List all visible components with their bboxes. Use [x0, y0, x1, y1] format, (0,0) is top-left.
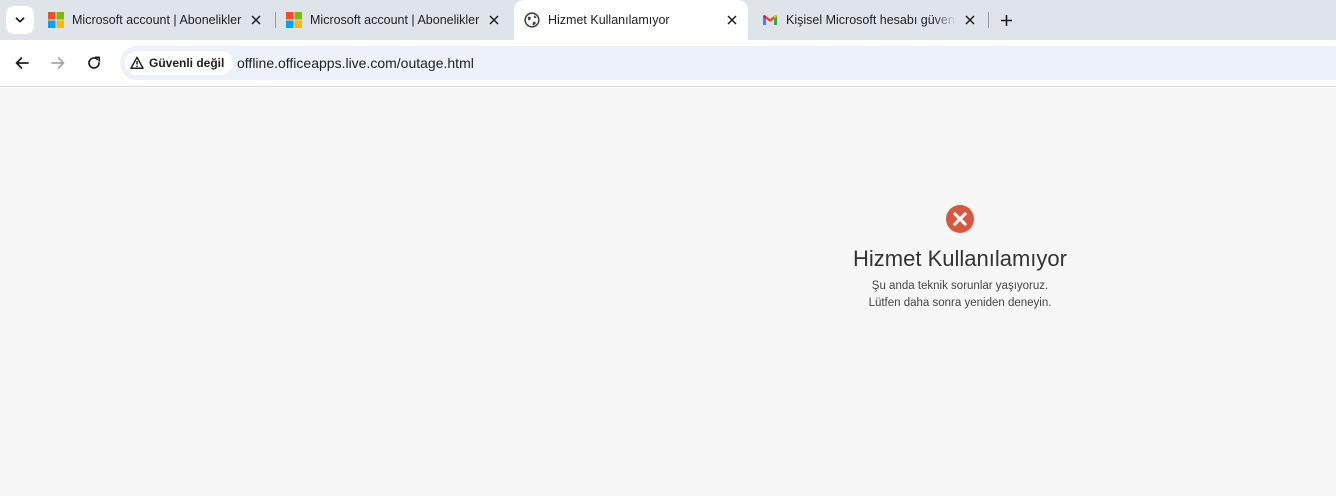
close-icon[interactable] — [248, 12, 264, 28]
gmail-icon — [763, 15, 777, 25]
forward-button[interactable] — [46, 51, 70, 75]
url-text[interactable]: offline.officeapps.live.com/outage.html — [237, 55, 474, 71]
tab-strip: Microsoft account | Abonelikler Microsof… — [0, 0, 1336, 40]
security-indicator[interactable]: Güvenli değil — [125, 51, 234, 75]
page-title: Hizmet Kullanılamıyor — [853, 246, 1067, 271]
error-description-line-1: Şu anda teknik sorunlar yaşıyoruz. — [871, 280, 1049, 292]
back-button[interactable] — [10, 51, 34, 75]
microsoft-logo-icon — [48, 12, 64, 28]
tab-microsoft-account-1[interactable]: Microsoft account | Abonelikler — [38, 0, 274, 40]
chevron-down-icon — [15, 17, 25, 23]
browser-toolbar: Güvenli değil offline.officeapps.live.co… — [0, 40, 1336, 87]
tab-search-button[interactable] — [6, 6, 34, 34]
close-icon[interactable] — [724, 12, 740, 28]
new-tab-button[interactable] — [996, 10, 1016, 30]
tab-microsoft-account-2[interactable]: Microsoft account | Abonelikler — [276, 0, 512, 40]
error-x-circle-icon — [946, 205, 974, 233]
arrow-right-icon — [51, 57, 65, 69]
address-bar[interactable]: Güvenli değil offline.officeapps.live.co… — [120, 46, 1336, 80]
reload-icon — [88, 56, 101, 69]
tab-title: Kişisel Microsoft hesabı güvenli — [786, 13, 956, 27]
close-icon[interactable] — [486, 12, 502, 28]
tab-title: Hizmet Kullanılamıyor — [548, 13, 670, 27]
tab-separator — [988, 12, 989, 28]
arrow-left-icon — [15, 57, 29, 69]
close-icon[interactable] — [962, 12, 978, 28]
plus-icon — [1000, 14, 1012, 26]
browser-window: Microsoft account | Abonelikler Microsof… — [0, 0, 1336, 496]
tab-title-fade — [934, 10, 956, 30]
tab-gmail[interactable]: Kişisel Microsoft hesabı güvenli — [752, 0, 988, 40]
tab-title: Microsoft account | Abonelikler — [72, 13, 242, 27]
reload-button[interactable] — [82, 51, 106, 75]
tab-hizmet-kullanilamiyor[interactable]: Hizmet Kullanılamıyor — [514, 0, 748, 40]
security-label: Güvenli değil — [149, 56, 225, 70]
tab-title: Microsoft account | Abonelikler — [310, 13, 480, 27]
globe-icon — [524, 12, 540, 28]
error-message: Hizmet Kullanılamıyor Şu anda teknik sor… — [810, 205, 1110, 312]
page-content: Hizmet Kullanılamıyor Şu anda teknik sor… — [0, 87, 1336, 496]
warning-icon — [130, 56, 144, 69]
error-description-line-2: Lütfen daha sonra yeniden deneyin. — [868, 297, 1052, 309]
microsoft-logo-icon — [286, 12, 302, 28]
